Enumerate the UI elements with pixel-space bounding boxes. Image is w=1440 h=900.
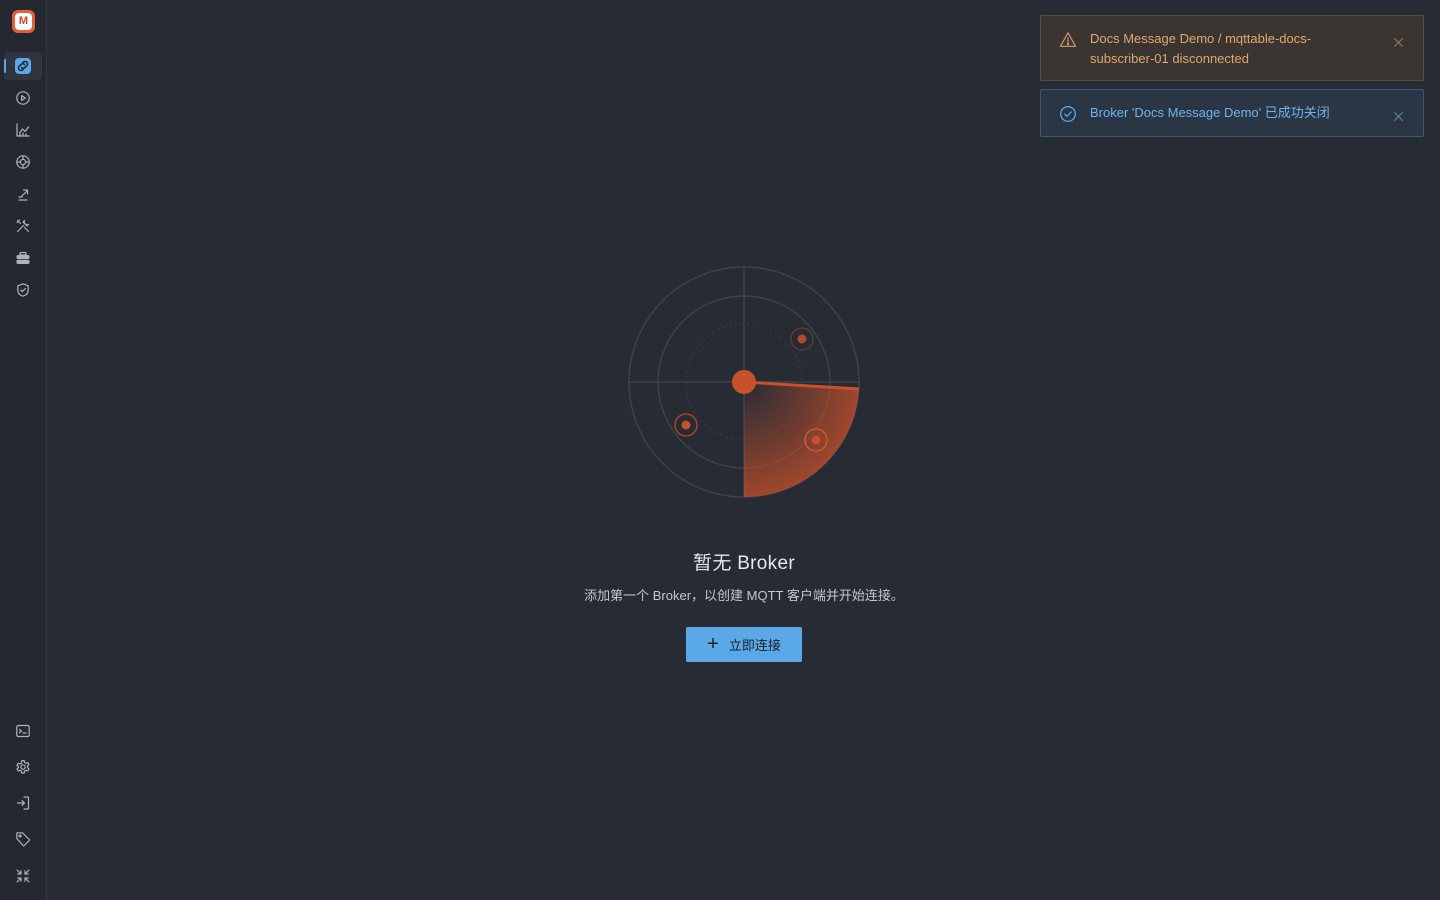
sidebar-item-brokers[interactable] [4,52,42,80]
success-toast-close-button[interactable] [1391,109,1405,123]
warning-toast-close-button[interactable] [1391,35,1405,49]
connect-now-button[interactable]: + 立即连接 [686,627,802,662]
aperture-icon [16,155,30,169]
sidebar-item-security[interactable] [4,276,42,304]
connect-now-label: 立即连接 [728,638,781,653]
shield-icon [17,283,29,297]
chart-icon [16,123,30,137]
tag-icon [16,832,31,847]
close-icon [1393,37,1403,47]
sidebar-item-tags[interactable] [4,825,42,853]
success-toast-message: Broker 'Docs Message Demo' 已成功关闭 [1090,105,1330,120]
empty-state-subtitle: 添加第一个 Broker，以创建 MQTT 客户端并开始连接。 [584,588,904,603]
play-circle-icon [16,91,30,105]
success-toast: Broker 'Docs Message Demo' 已成功关闭 [1040,89,1424,137]
check-circle-icon [1060,106,1076,122]
collapse-icon [16,869,30,883]
sidebar-item-collapse[interactable] [4,862,42,890]
tools-icon [16,219,30,233]
sidebar-item-tools[interactable] [4,212,42,240]
logo-letter: M [15,13,32,30]
link-icon [15,58,31,74]
sidebar-item-analytics[interactable] [4,116,42,144]
briefcase-icon [16,251,30,264]
radar-illustration [628,266,860,498]
warning-icon [1059,32,1077,48]
sidebar-item-run[interactable] [4,84,42,112]
close-icon [1393,111,1403,121]
send-icon [18,189,29,201]
sidebar-item-publish[interactable] [4,180,42,208]
sidebar: M [0,0,47,900]
sidebar-item-toolbox[interactable] [4,244,42,272]
login-icon [16,796,30,810]
warning-toast-message: Docs Message Demo / mqttable-docs-subscr… [1090,31,1312,66]
app-window: M 暂无 Broker 添加第一个 Broker，以创建 MQTT 客户端并开始… [0,0,1440,900]
gear-icon [16,760,30,774]
app-logo: M [12,10,35,33]
plus-icon: + [707,632,719,655]
sidebar-item-settings[interactable] [4,753,42,781]
sidebar-item-terminal[interactable] [4,717,42,745]
sidebar-item-login[interactable] [4,789,42,817]
empty-state-title: 暂无 Broker [693,553,795,574]
terminal-icon [16,724,30,738]
warning-toast: Docs Message Demo / mqttable-docs-subscr… [1040,15,1424,81]
sidebar-item-explore[interactable] [4,148,42,176]
